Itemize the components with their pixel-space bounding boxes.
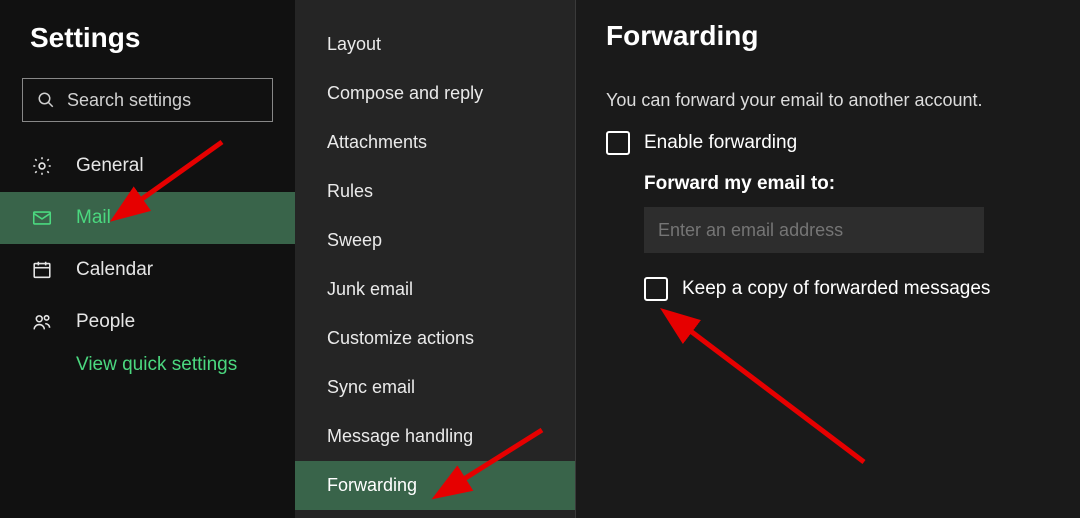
- subnav-customize[interactable]: Customize actions: [295, 314, 575, 363]
- view-quick-settings-link[interactable]: View quick settings: [0, 354, 295, 376]
- people-icon: [30, 311, 54, 333]
- subnav-junk[interactable]: Junk email: [295, 265, 575, 314]
- search-settings-input[interactable]: Search settings: [22, 78, 273, 122]
- sidebar-item-calendar[interactable]: Calendar: [0, 244, 295, 296]
- sidebar-item-general[interactable]: General: [0, 140, 295, 192]
- sidebar-item-label: Mail: [76, 207, 111, 229]
- subnav-attachments[interactable]: Attachments: [295, 118, 575, 167]
- enable-forwarding-label: Enable forwarding: [644, 132, 797, 154]
- sidebar-item-mail[interactable]: Mail: [0, 192, 295, 244]
- mail-subnav: Layout Compose and reply Attachments Rul…: [295, 0, 575, 518]
- subnav-sync[interactable]: Sync email: [295, 363, 575, 412]
- subnav-sweep[interactable]: Sweep: [295, 216, 575, 265]
- sidebar-item-label: People: [76, 311, 135, 333]
- gear-icon: [30, 155, 54, 177]
- calendar-icon: [30, 259, 54, 281]
- panel-description: You can forward your email to another ac…: [606, 90, 1050, 111]
- subnav-message-handling[interactable]: Message handling: [295, 412, 575, 461]
- keep-copy-label: Keep a copy of forwarded messages: [682, 278, 990, 300]
- settings-category-list: General Mail: [0, 140, 295, 348]
- enable-forwarding-checkbox[interactable]: [606, 131, 630, 155]
- subnav-rules[interactable]: Rules: [295, 167, 575, 216]
- sidebar-item-people[interactable]: People: [0, 296, 295, 348]
- settings-sidebar: Settings Search settings General: [0, 0, 295, 518]
- mail-icon: [30, 207, 54, 229]
- search-icon: [37, 91, 55, 109]
- forward-to-label: Forward my email to:: [644, 173, 1050, 195]
- subnav-layout[interactable]: Layout: [295, 20, 575, 69]
- search-placeholder: Search settings: [67, 90, 191, 111]
- subnav-compose[interactable]: Compose and reply: [295, 69, 575, 118]
- forward-email-input[interactable]: [644, 207, 984, 253]
- keep-copy-checkbox[interactable]: [644, 277, 668, 301]
- sidebar-item-label: Calendar: [76, 259, 153, 281]
- forward-to-section: Forward my email to: Keep a copy of forw…: [644, 173, 1050, 301]
- page-title: Settings: [0, 22, 295, 54]
- sidebar-item-label: General: [76, 155, 144, 177]
- keep-copy-row: Keep a copy of forwarded messages: [644, 277, 1050, 301]
- forwarding-panel: Forwarding You can forward your email to…: [575, 0, 1080, 518]
- enable-forwarding-row: Enable forwarding: [606, 131, 1050, 155]
- subnav-forwarding[interactable]: Forwarding: [295, 461, 575, 510]
- panel-title: Forwarding: [606, 20, 1050, 52]
